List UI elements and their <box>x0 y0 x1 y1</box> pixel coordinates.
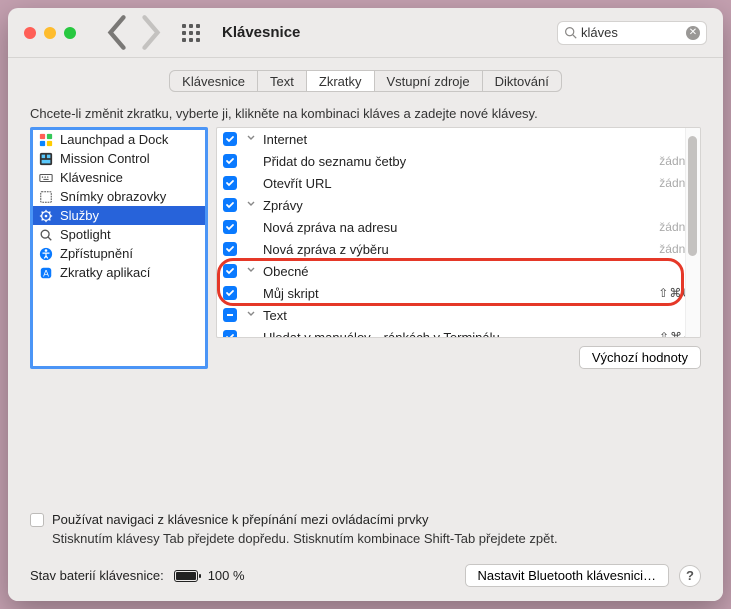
instruction-text: Chcete-li změnit zkratku, vyberte ji, kl… <box>30 106 701 121</box>
service-label: Internet <box>263 132 692 147</box>
search-field[interactable]: ✕ <box>557 21 707 45</box>
window-title: Klávesnice <box>222 24 300 41</box>
tab-diktování[interactable]: Diktování <box>483 71 561 91</box>
chevron-down-icon[interactable] <box>247 200 257 211</box>
chevron-down-icon[interactable] <box>247 310 257 321</box>
tab-zkratky[interactable]: Zkratky <box>307 71 375 91</box>
keyboard-nav-row: Používat navigaci z klávesnice k přepíná… <box>30 512 701 527</box>
content-area: KlávesniceTextZkratkyVstupní zdrojeDikto… <box>8 58 723 601</box>
service-checkbox[interactable] <box>223 198 237 212</box>
minimize-button[interactable] <box>44 27 56 39</box>
zoom-button[interactable] <box>64 27 76 39</box>
footer: Stav baterií klávesnice: 100 % Nastavit … <box>30 564 701 587</box>
sidebar-item-label: Mission Control <box>60 151 150 166</box>
service-label: Otevřít URL <box>263 176 653 191</box>
category-list[interactable]: Launchpad a Dock Mission Control Klávesnic… <box>30 127 208 369</box>
mission-icon <box>38 151 54 167</box>
spotlight-icon <box>38 227 54 243</box>
access-icon <box>38 246 54 262</box>
tab-vstupní-zdroje[interactable]: Vstupní zdroje <box>375 71 483 91</box>
service-group[interactable]: Text <box>217 304 700 326</box>
sidebar-item-label: Služby <box>60 208 99 223</box>
search-icon <box>564 26 577 39</box>
help-button[interactable]: ? <box>679 565 701 587</box>
service-item[interactable]: Přidat do seznamu četbyžádná <box>217 150 700 172</box>
sidebar-item-launchpad[interactable]: Launchpad a Dock <box>33 130 205 149</box>
clear-search-icon[interactable]: ✕ <box>686 26 700 40</box>
sidebar-item-label: Klávesnice <box>60 170 123 185</box>
service-group[interactable]: Obecné <box>217 260 700 282</box>
sidebar-item-mission[interactable]: Mission Control <box>33 149 205 168</box>
service-item[interactable]: Můj skript⇧⌘U <box>217 282 700 304</box>
service-label: Obecné <box>263 264 692 279</box>
chevron-down-icon[interactable] <box>247 266 257 277</box>
scrollbar[interactable] <box>685 128 700 337</box>
service-checkbox[interactable] <box>223 308 237 322</box>
keyboard-nav-label: Používat navigaci z klávesnice k přepíná… <box>52 512 428 527</box>
service-label: Text <box>263 308 692 323</box>
sidebar-item-access[interactable]: Zpřístupnění <box>33 244 205 263</box>
service-item[interactable]: Nová zpráva na adresužádná <box>217 216 700 238</box>
service-checkbox[interactable] <box>223 176 237 190</box>
service-item[interactable]: Otevřít URLžádná <box>217 172 700 194</box>
close-button[interactable] <box>24 27 36 39</box>
tab-text[interactable]: Text <box>258 71 307 91</box>
service-checkbox[interactable] <box>223 242 237 256</box>
tab-klávesnice[interactable]: Klávesnice <box>170 71 258 91</box>
service-checkbox[interactable] <box>223 132 237 146</box>
launchpad-icon <box>38 132 54 148</box>
service-label: Nová zpráva na adresu <box>263 220 653 235</box>
apps-icon: A <box>38 265 54 281</box>
bluetooth-keyboard-button[interactable]: Nastavit Bluetooth klávesnici… <box>465 564 669 587</box>
battery-percentage: 100 % <box>208 568 245 583</box>
service-checkbox[interactable] <box>223 286 237 300</box>
battery-icon <box>174 570 198 582</box>
chevron-down-icon[interactable] <box>247 134 257 145</box>
sidebar-item-label: Spotlight <box>60 227 111 242</box>
service-label: Nová zpráva z výběru <box>263 242 653 257</box>
svg-text:A: A <box>43 268 49 278</box>
sidebar-item-label: Zpřístupnění <box>60 246 133 261</box>
search-input[interactable] <box>581 25 682 40</box>
keyboard-nav-checkbox[interactable] <box>30 513 44 527</box>
sidebar-item-apps[interactable]: A Zkratky aplikací <box>33 263 205 282</box>
service-item[interactable]: Hledat v manuálov…ránkách v Terminálu⇧⌘A <box>217 326 700 338</box>
tab-bar: KlávesniceTextZkratkyVstupní zdrojeDikto… <box>169 70 562 92</box>
service-label: Přidat do seznamu četby <box>263 154 653 169</box>
show-all-icon[interactable] <box>182 24 200 42</box>
service-group[interactable]: Zprávy <box>217 194 700 216</box>
preferences-window: Klávesnice ✕ KlávesniceTextZkratkyVstupn… <box>8 8 723 601</box>
sidebar-item-services[interactable]: Služby <box>33 206 205 225</box>
window-controls <box>24 27 76 39</box>
restore-defaults-button[interactable]: Výchozí hodnoty <box>579 346 701 369</box>
service-item[interactable]: Nová zpráva z výběružádná <box>217 238 700 260</box>
sidebar-item-label: Snímky obrazovky <box>60 189 166 204</box>
titlebar: Klávesnice ✕ <box>8 8 723 58</box>
battery-status-label: Stav baterií klávesnice: <box>30 568 164 583</box>
service-checkbox[interactable] <box>223 330 237 338</box>
sidebar-item-screenshot[interactable]: Snímky obrazovky <box>33 187 205 206</box>
screenshot-icon <box>38 189 54 205</box>
service-label: Hledat v manuálov…ránkách v Terminálu <box>263 330 653 339</box>
service-label: Můj skript <box>263 286 652 301</box>
forward-button[interactable] <box>138 20 164 46</box>
service-checkbox[interactable] <box>223 220 237 234</box>
service-group[interactable]: Internet <box>217 128 700 150</box>
service-checkbox[interactable] <box>223 154 237 168</box>
shortcuts-list[interactable]: InternetPřidat do seznamu četbyžádnáOtev… <box>216 127 701 338</box>
sidebar-item-keyboard[interactable]: Klávesnice <box>33 168 205 187</box>
sidebar-item-label: Launchpad a Dock <box>60 132 168 147</box>
back-button[interactable] <box>104 20 130 46</box>
keyboard-icon <box>38 170 54 186</box>
scroll-thumb[interactable] <box>688 136 697 256</box>
service-label: Zprávy <box>263 198 692 213</box>
sidebar-item-spotlight[interactable]: Spotlight <box>33 225 205 244</box>
services-icon <box>38 208 54 224</box>
keyboard-nav-desc: Stisknutím klávesy Tab přejdete dopředu.… <box>52 531 701 546</box>
service-checkbox[interactable] <box>223 264 237 278</box>
sidebar-item-label: Zkratky aplikací <box>60 265 150 280</box>
